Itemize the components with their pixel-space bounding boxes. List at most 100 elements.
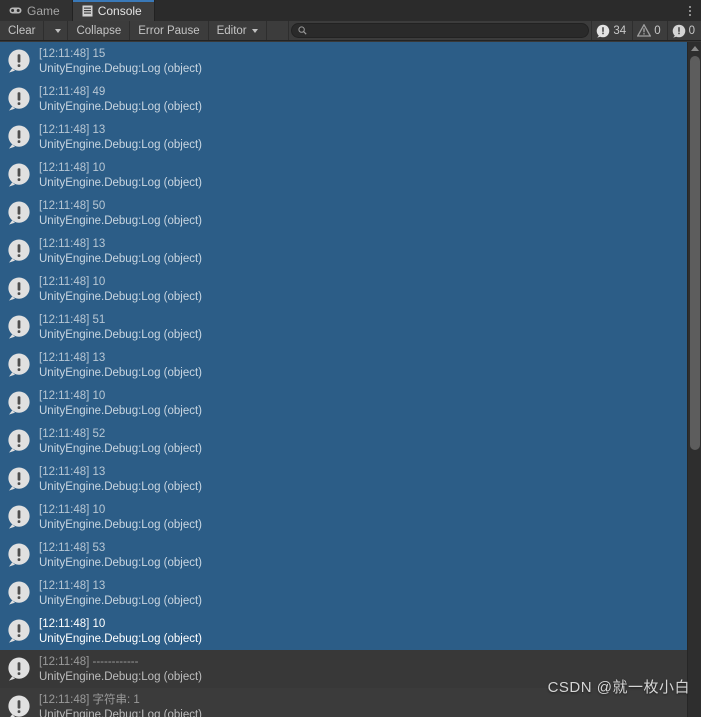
- log-bubble-icon: [6, 238, 32, 264]
- log-entry-row[interactable]: [12:11:48] 13 UnityEngine.Debug:Log (obje…: [0, 232, 687, 270]
- log-entry-row[interactable]: [12:11:48] ------------ UnityEngine.Debug…: [0, 650, 687, 688]
- log-entry-row[interactable]: [12:11:48] 13 UnityEngine.Debug:Log (obje…: [0, 346, 687, 384]
- search-field[interactable]: [291, 23, 590, 38]
- log-entry-message: [12:11:48] 15: [39, 47, 106, 60]
- log-entry-message: [12:11:48] 字符串: 1: [39, 693, 140, 706]
- log-entry-text: [12:11:48] 15 UnityEngine.Debug:Log (obje…: [39, 47, 202, 76]
- clear-button-label: Clear: [8, 24, 36, 37]
- log-entry-text: [12:11:48] 49 UnityEngine.Debug:Log (obje…: [39, 85, 202, 114]
- log-entry-text: [12:11:48] 51 UnityEngine.Debug:Log (obje…: [39, 313, 202, 342]
- kebab-menu-icon[interactable]: [679, 0, 701, 21]
- log-bubble-icon: [6, 390, 32, 416]
- log-entry-message: [12:11:48] ------------: [39, 655, 139, 668]
- log-bubble-icon: [6, 580, 32, 606]
- log-entry-row[interactable]: [12:11:48] 13 UnityEngine.Debug:Log (obje…: [0, 574, 687, 612]
- log-entry-text: [12:11:48] 字符串: 1 UnityEngine.Debug:Log (…: [39, 693, 202, 717]
- log-entry-message: [12:11:48] 10: [39, 503, 106, 516]
- gamepad-icon: [9, 6, 22, 15]
- log-bubble-icon: [6, 200, 32, 226]
- info-icon: [672, 24, 686, 38]
- log-entry-text: [12:11:48] 13 UnityEngine.Debug:Log (obje…: [39, 351, 202, 380]
- log-entry-row[interactable]: [12:11:48] 10 UnityEngine.Debug:Log (obje…: [0, 156, 687, 194]
- log-entry-text: [12:11:48] 50 UnityEngine.Debug:Log (obje…: [39, 199, 202, 228]
- log-entry-message: [12:11:48] 13: [39, 351, 106, 364]
- log-bubble-icon: [6, 694, 32, 717]
- log-entry-row[interactable]: [12:11:48] 53 UnityEngine.Debug:Log (obje…: [0, 536, 687, 574]
- scrollbar-thumb[interactable]: [690, 56, 700, 450]
- log-entry-row[interactable]: [12:11:48] 49 UnityEngine.Debug:Log (obje…: [0, 80, 687, 118]
- log-entry-message: [12:11:48] 10: [39, 275, 106, 288]
- search-input[interactable]: [311, 24, 583, 37]
- clear-button[interactable]: Clear: [0, 21, 45, 40]
- log-entry-stack: UnityEngine.Debug:Log (object): [39, 138, 203, 151]
- log-entry-row[interactable]: [12:11:48] 51 UnityEngine.Debug:Log (obje…: [0, 308, 687, 346]
- log-entry-text: [12:11:48] ------------ UnityEngine.Debug…: [39, 655, 202, 684]
- log-entry-stack: UnityEngine.Debug:Log (object): [39, 670, 203, 683]
- clear-dropdown-button[interactable]: [44, 21, 69, 40]
- log-entry-stack: UnityEngine.Debug:Log (object): [39, 480, 203, 493]
- log-bubble-icon: [6, 542, 32, 568]
- log-entry-message: [12:11:48] 13: [39, 579, 106, 592]
- log-entry-row[interactable]: [12:11:48] 15 UnityEngine.Debug:Log (obje…: [0, 42, 687, 80]
- error-pause-toggle-label: Error Pause: [138, 24, 200, 37]
- search-icon: [298, 26, 308, 35]
- log-entry-stack: UnityEngine.Debug:Log (object): [39, 518, 203, 531]
- log-entry-message: [12:11:48] 10: [39, 161, 106, 174]
- log-bubble-icon: [6, 504, 32, 530]
- log-entry-row[interactable]: [12:11:48] 10 UnityEngine.Debug:Log (obje…: [0, 612, 687, 650]
- log-bubble-icon: [6, 656, 32, 682]
- error-count-value: 34: [613, 24, 627, 37]
- log-entry-message: [12:11:48] 50: [39, 199, 106, 212]
- log-entry-stack: UnityEngine.Debug:Log (object): [39, 62, 203, 75]
- tab-game[interactable]: Game: [0, 0, 73, 21]
- info-count-value: 0: [688, 24, 695, 37]
- log-entry-row[interactable]: [12:11:48] 13 UnityEngine.Debug:Log (obje…: [0, 118, 687, 156]
- log-entry-text: [12:11:48] 10 UnityEngine.Debug:Log (obje…: [39, 275, 202, 304]
- error-pause-toggle[interactable]: Error Pause: [130, 21, 209, 40]
- log-entry-text: [12:11:48] 13 UnityEngine.Debug:Log (obje…: [39, 237, 202, 266]
- collapse-toggle[interactable]: Collapse: [68, 21, 131, 40]
- log-entry-text: [12:11:48] 52 UnityEngine.Debug:Log (obje…: [39, 427, 202, 456]
- log-entry-stack: UnityEngine.Debug:Log (object): [39, 328, 203, 341]
- log-entry-row[interactable]: [12:11:48] 10 UnityEngine.Debug:Log (obje…: [0, 270, 687, 308]
- console-scrollbar[interactable]: [687, 42, 701, 717]
- tab-console[interactable]: Console: [72, 0, 155, 21]
- tab-bar-spacer: [154, 0, 679, 21]
- warning-count-value: 0: [654, 24, 661, 37]
- toolbar-gap: [266, 21, 290, 40]
- unity-console-window: Game Console Clear Collapse Error Pause …: [0, 0, 701, 717]
- log-entry-stack: UnityEngine.Debug:Log (object): [39, 252, 203, 265]
- editor-dropdown-button[interactable]: Editor: [208, 21, 267, 40]
- log-bubble-icon: [6, 314, 32, 340]
- log-entry-row[interactable]: [12:11:48] 13 UnityEngine.Debug:Log (obje…: [0, 460, 687, 498]
- log-entry-message: [12:11:48] 10: [39, 617, 106, 630]
- log-entry-text: [12:11:48] 10 UnityEngine.Debug:Log (obje…: [39, 503, 202, 532]
- console-log-list[interactable]: [12:11:48] 15 UnityEngine.Debug:Log (obje…: [0, 42, 687, 717]
- log-entry-row[interactable]: [12:11:48] 50 UnityEngine.Debug:Log (obje…: [0, 194, 687, 232]
- log-bubble-icon: [6, 48, 32, 74]
- chevron-down-icon: [251, 28, 258, 33]
- log-entry-row[interactable]: [12:11:48] 10 UnityEngine.Debug:Log (obje…: [0, 384, 687, 422]
- log-entry-stack: UnityEngine.Debug:Log (object): [39, 556, 203, 569]
- search-container: [289, 21, 593, 40]
- warning-count[interactable]: 0: [632, 21, 666, 40]
- log-bubble-icon: [6, 352, 32, 378]
- log-entry-row[interactable]: [12:11:48] 52 UnityEngine.Debug:Log (obje…: [0, 422, 687, 460]
- console-toolbar: Clear Collapse Error Pause Editor 34 0 0: [0, 21, 701, 41]
- triangle-up-icon[interactable]: [688, 42, 701, 54]
- log-entry-row[interactable]: [12:11:48] 字符串: 1 UnityEngine.Debug:Log (…: [0, 688, 687, 717]
- tab-console-label: Console: [97, 3, 142, 18]
- log-entry-stack: UnityEngine.Debug:Log (object): [39, 100, 203, 113]
- editor-dropdown-label: Editor: [216, 24, 247, 37]
- log-entry-row[interactable]: [12:11:48] 10 UnityEngine.Debug:Log (obje…: [0, 498, 687, 536]
- log-bubble-icon: [6, 276, 32, 302]
- log-bubble-icon: [6, 618, 32, 644]
- error-count[interactable]: 34: [592, 21, 632, 40]
- log-entry-text: [12:11:48] 10 UnityEngine.Debug:Log (obje…: [39, 617, 202, 646]
- info-count[interactable]: 0: [666, 21, 701, 40]
- tab-game-label: Game: [27, 3, 60, 18]
- error-icon: [596, 24, 610, 38]
- log-entry-stack: UnityEngine.Debug:Log (object): [39, 708, 203, 717]
- log-bubble-icon: [6, 86, 32, 112]
- message-counters: 34 0 0: [592, 21, 701, 40]
